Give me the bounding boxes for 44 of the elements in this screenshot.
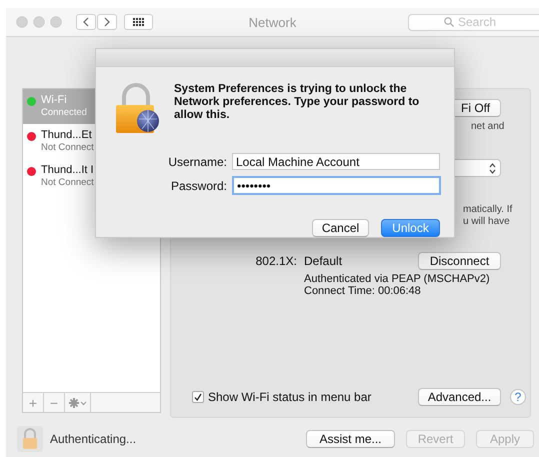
back-button[interactable] xyxy=(76,14,96,30)
dialog-message: System Preferences is trying to unlock the Network preferences. Type your password to allow this. xyxy=(174,83,420,122)
network-name: Thund...It I xyxy=(41,164,94,177)
show-all-button[interactable] xyxy=(124,14,153,30)
password-field[interactable]: •••••••• xyxy=(232,176,441,195)
lock-icon xyxy=(114,83,160,135)
connection-info: Authenticated via PEAP (MSCHAPv2) xyxy=(304,273,491,285)
window-control-icon[interactable] xyxy=(16,16,28,28)
window-title: Network xyxy=(248,14,296,30)
network-status: Not Connect xyxy=(41,177,94,189)
help-button[interactable]: ? xyxy=(510,389,526,405)
network-name: Thund...Et xyxy=(41,129,93,142)
lock-button[interactable] xyxy=(17,426,43,452)
network-list-item[interactable]: Thund...Et Not Connect xyxy=(23,124,160,159)
field-value: Default xyxy=(304,254,342,268)
footer-button[interactable]: Assist me... xyxy=(306,430,395,448)
checkbox[interactable] xyxy=(192,391,204,403)
field-label: Username: xyxy=(167,154,228,168)
checkbox-label: Show Wi-Fi status in menu bar xyxy=(208,390,372,404)
search-icon xyxy=(444,17,454,27)
chevron-left-icon xyxy=(83,17,89,27)
lock-icon xyxy=(21,428,39,450)
disconnect-button[interactable]: Disconnect xyxy=(418,252,501,270)
grid-icon xyxy=(133,18,144,26)
auto-join-description: matically. If u will have xyxy=(463,204,514,228)
updown-chevron-icon xyxy=(489,162,496,174)
network-name: Wi-Fi xyxy=(41,94,68,107)
network-status: Not Connect xyxy=(41,142,94,154)
gear-icon xyxy=(68,398,86,408)
connection-info: Connect Time: 00:06:48 xyxy=(304,285,422,297)
window-control-icon[interactable] xyxy=(50,16,62,28)
network-list-item[interactable]: Thund...It I Not Connect xyxy=(23,159,160,194)
checkmark-icon xyxy=(194,393,202,401)
window-control-icon[interactable] xyxy=(33,16,45,28)
field-label: 802.1X: xyxy=(254,254,297,268)
advanced-button[interactable]: Advanced... xyxy=(418,388,501,406)
wifi-description: net and xyxy=(471,121,506,133)
chevron-right-icon xyxy=(104,17,110,27)
username-field[interactable]: Local Machine Account xyxy=(232,153,440,170)
field-label: Password: xyxy=(170,178,228,192)
forward-button[interactable] xyxy=(97,14,117,30)
status-text: Authenticating... xyxy=(50,432,136,446)
dialog-button[interactable]: Cancel xyxy=(312,219,369,237)
network-status: Connected xyxy=(41,107,87,119)
